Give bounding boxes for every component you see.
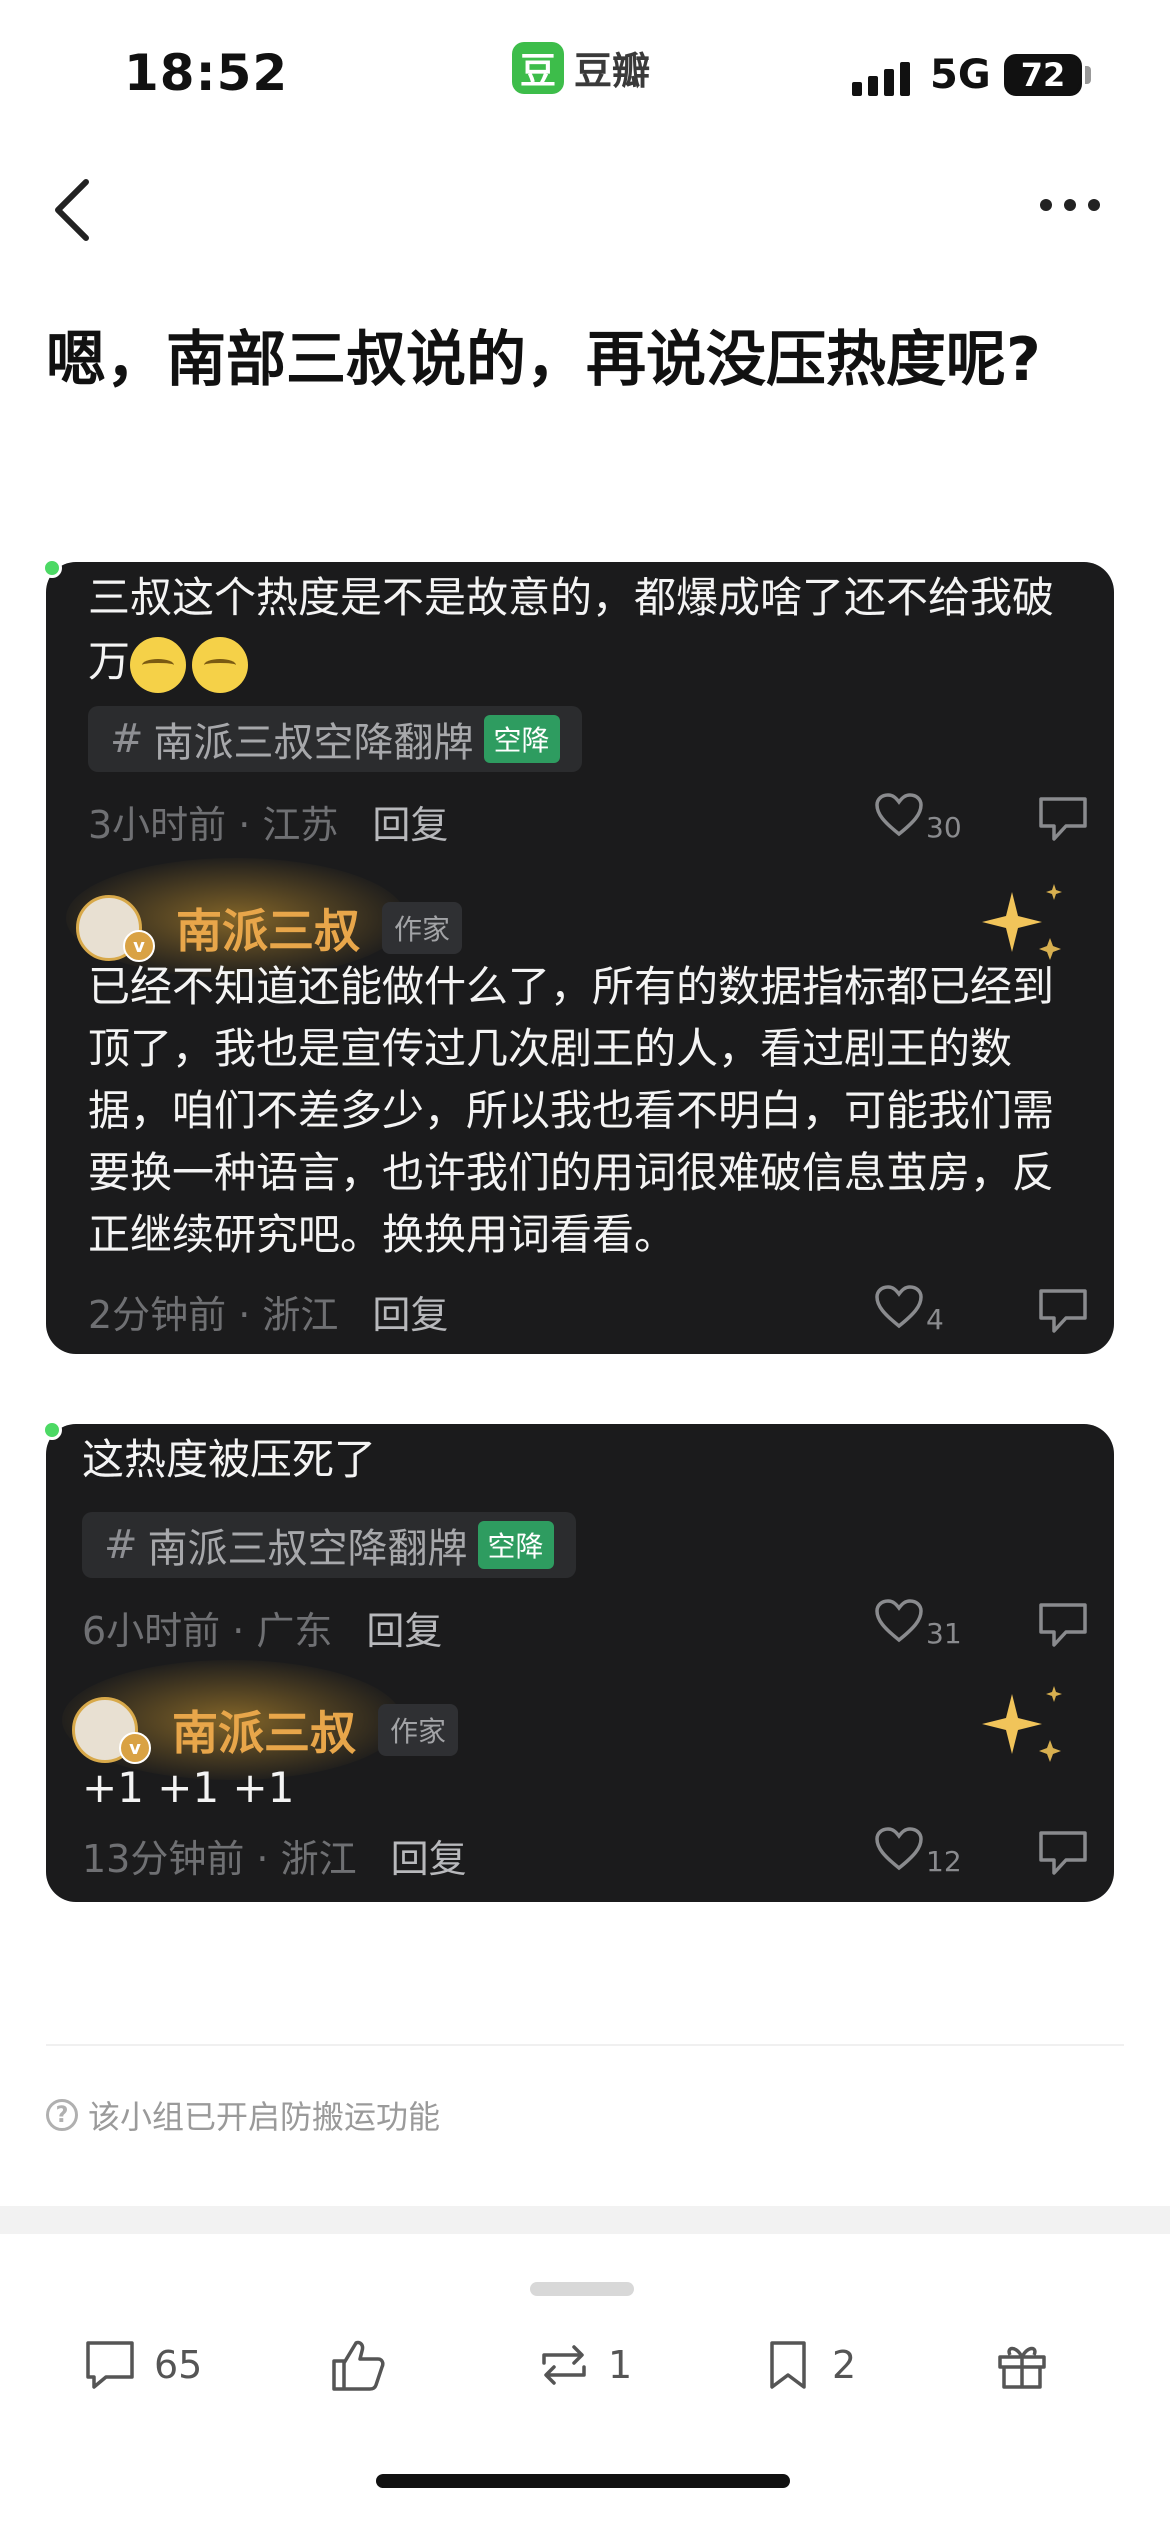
topic-tag-label: 南派三叔空降翻牌	[147, 1526, 468, 1572]
divider	[46, 2044, 1124, 2046]
drag-handle[interactable]	[530, 2282, 634, 2296]
like-button[interactable]: 30	[874, 792, 962, 844]
comment-time-location: 3小时前 · 江苏	[88, 803, 339, 847]
avatar[interactable]: v	[76, 895, 155, 962]
author-name[interactable]: 南派三叔	[172, 1697, 356, 1763]
reply-time-location: 13分钟前 · 浙江	[82, 1837, 357, 1881]
like-count: 4	[926, 1303, 944, 1336]
comment-icon	[86, 2341, 134, 2389]
dislike-button[interactable]	[1036, 1828, 1090, 1878]
reply-text: 已经不知道还能做什么了，所有的数据指标都已经到顶了，我也是宣传过几次剧王的人，看…	[88, 962, 1055, 1259]
nervous-emoji-icon	[130, 636, 187, 693]
more-dot	[1088, 199, 1100, 211]
topic-tag[interactable]: # 南派三叔空降翻牌 空降	[82, 1512, 576, 1578]
heart-icon	[875, 1827, 923, 1871]
signal-icon	[852, 60, 910, 96]
battery-tip	[1085, 66, 1091, 84]
douban-logo-icon: 豆	[512, 41, 564, 94]
like-count: 30	[926, 811, 962, 844]
airdrop-badge: 空降	[477, 1521, 554, 1569]
online-dot	[42, 1420, 62, 1440]
comment-text-wrap: 三叔这个热度是不是故意的，都爆成啥了还不给我破万	[88, 566, 1088, 694]
gift-icon	[998, 2346, 1046, 2389]
comment-card: 三叔这个热度是不是故意的，都爆成啥了还不给我破万 # 南派三叔空降翻牌 空降 3…	[42, 558, 1114, 1354]
comment-meta: 6小时前 · 广东 回复	[82, 1600, 442, 1655]
home-indicator[interactable]	[376, 2474, 790, 2488]
gift-button[interactable]	[992, 2300, 1052, 2430]
reply-meta: 13分钟前 · 浙江 回复	[82, 1828, 467, 1883]
question-icon[interactable]: ?	[46, 2099, 78, 2131]
back-button[interactable]	[44, 160, 114, 250]
dislike-icon	[1039, 1831, 1087, 1875]
heart-icon	[875, 1599, 923, 1643]
status-time: 18:52	[124, 44, 289, 102]
repost-icon	[542, 2345, 586, 2385]
dislike-button[interactable]	[1036, 1600, 1090, 1650]
comment-button[interactable]: 65	[80, 2300, 202, 2430]
dislike-icon	[1039, 797, 1087, 841]
topic-tag[interactable]: # 南派三叔空降翻牌 空降	[88, 706, 582, 772]
more-dot	[1064, 199, 1076, 211]
nav-bar	[0, 150, 1170, 260]
battery-icon: 72	[1004, 54, 1082, 96]
like-button[interactable]: 12	[874, 1826, 962, 1878]
nervous-emoji-icon	[192, 636, 249, 693]
repost-count: 1	[608, 2343, 633, 2387]
topic-tag-label: 南派三叔空降翻牌	[153, 720, 474, 766]
author-role-badge: 作家	[382, 902, 463, 954]
avatar[interactable]: v	[72, 1697, 151, 1764]
reply-button[interactable]: 回复	[372, 1284, 448, 1339]
dislike-icon	[1039, 1603, 1087, 1647]
anti-repost-notice: ? 该小组已开启防搬运功能	[46, 2092, 440, 2138]
sparkle-icon	[982, 884, 1062, 960]
author-role-badge: 作家	[378, 1704, 459, 1756]
like-button[interactable]: 31	[874, 1598, 962, 1650]
chevron-left-icon	[55, 179, 89, 241]
app-name: 豆瓣	[574, 49, 651, 93]
like-button[interactable]: 4	[874, 1284, 944, 1336]
author-name[interactable]: 南派三叔	[176, 895, 360, 961]
repost-button[interactable]: 1	[534, 2300, 632, 2430]
reply-meta: 2分钟前 · 浙江 回复	[88, 1284, 448, 1339]
app-badge: 豆 豆瓣	[512, 40, 650, 95]
comment-text: 这热度被压死了	[82, 1435, 377, 1484]
hash-icon: #	[104, 1522, 138, 1568]
like-post-button[interactable]	[328, 2300, 402, 2430]
comment-count: 65	[154, 2343, 203, 2387]
airdrop-badge: 空降	[483, 715, 560, 763]
collect-count: 2	[832, 2343, 857, 2387]
comment-meta: 3小时前 · 江苏 回复	[88, 794, 448, 849]
dislike-button[interactable]	[1036, 794, 1090, 844]
reply-button[interactable]: 回复	[391, 1828, 467, 1883]
reply-time-location: 2分钟前 · 浙江	[88, 1293, 339, 1337]
collect-button[interactable]: 2	[758, 2300, 856, 2430]
bookmark-icon	[770, 2341, 806, 2389]
more-dot	[1040, 199, 1052, 211]
comment-time-location: 6小时前 · 广东	[82, 1609, 333, 1653]
hash-icon: #	[110, 716, 144, 762]
section-separator	[0, 2206, 1170, 2234]
comment-card: 这热度被压死了 # 南派三叔空降翻牌 空降 6小时前 · 广东 回复 31 v …	[42, 1420, 1114, 1902]
reply-text: +1 +1 +1	[82, 1763, 295, 1812]
dislike-button[interactable]	[1036, 1286, 1090, 1336]
heart-icon	[875, 793, 923, 837]
reply-button[interactable]: 回复	[372, 794, 448, 849]
online-dot	[42, 558, 62, 578]
post-title: 嗯，南部三叔说的，再说没压热度呢?	[46, 325, 1041, 395]
reply-button[interactable]: 回复	[366, 1600, 442, 1655]
like-count: 31	[926, 1617, 962, 1650]
like-count: 12	[926, 1845, 962, 1878]
more-button[interactable]	[1040, 185, 1120, 225]
bottom-toolbar: 65 1 2	[0, 2300, 1170, 2430]
notice-text: 该小组已开启防搬运功能	[88, 2098, 441, 2136]
thumbs-up-icon	[332, 2340, 385, 2391]
status-bar: 18:52 豆 豆瓣 5G 72	[0, 0, 1170, 150]
heart-icon	[875, 1285, 923, 1329]
network-type: 5G	[930, 52, 991, 98]
dislike-icon	[1039, 1289, 1087, 1333]
